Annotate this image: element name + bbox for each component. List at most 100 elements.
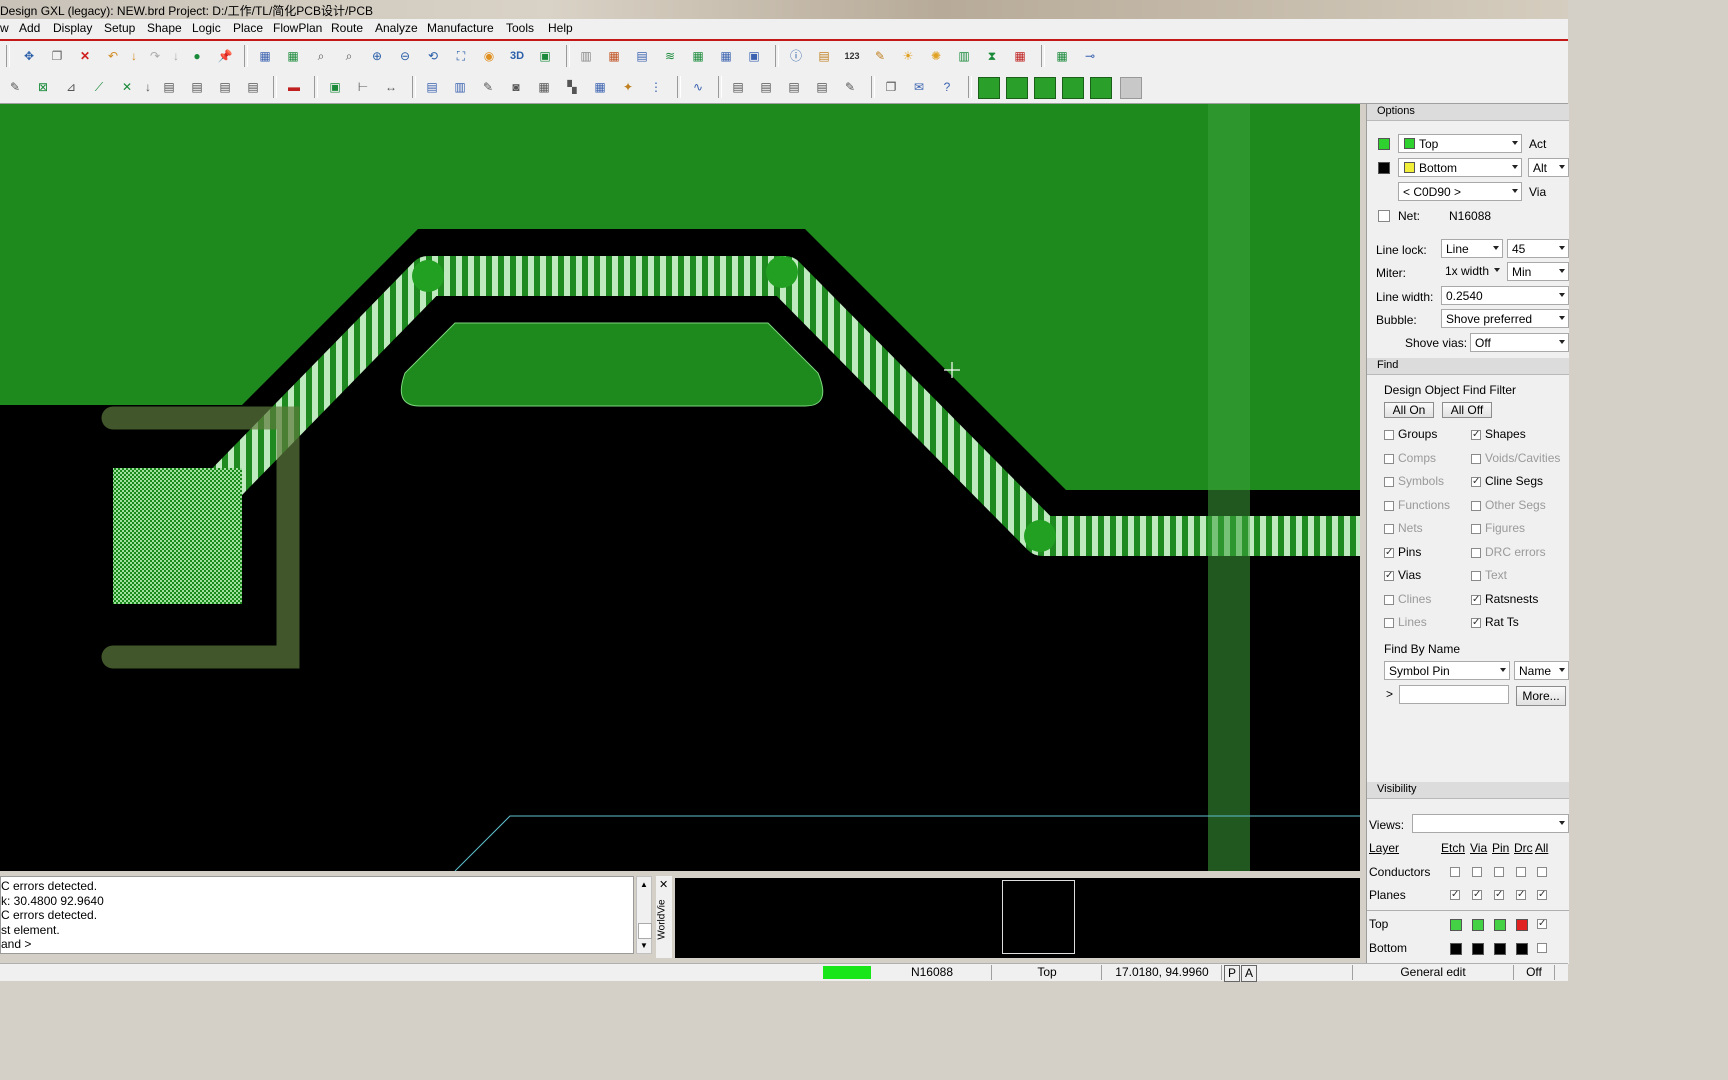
scroll-down-icon[interactable]: ▼ [640, 941, 648, 950]
mail-icon[interactable]: ✉ [909, 77, 929, 97]
properties-icon[interactable]: ▤ [814, 46, 834, 66]
bus-icon[interactable]: ▤ [187, 77, 207, 97]
color-icon[interactable]: ▦ [604, 46, 624, 66]
find-checkbox-voids-cavities[interactable] [1471, 453, 1481, 464]
layer-color-swatch[interactable] [1516, 943, 1528, 955]
worldview-minimap[interactable] [675, 878, 1360, 958]
shove-vias-dropdown[interactable]: Off [1470, 333, 1569, 352]
green-square-icon[interactable] [1062, 77, 1084, 99]
stack-icon[interactable]: ▤ [215, 77, 235, 97]
shape-add-icon[interactable]: ▣ [325, 77, 345, 97]
pen-icon[interactable]: ✎ [478, 77, 498, 97]
scroll-up-icon[interactable]: ▲ [640, 880, 648, 889]
menu-setup[interactable]: Setup [104, 21, 135, 35]
matrix-icon[interactable]: ▦ [590, 77, 610, 97]
menu-logic[interactable]: Logic [192, 21, 221, 35]
redo-icon[interactable]: ↷ [145, 46, 165, 66]
menu-route[interactable]: Route [331, 21, 363, 35]
design-canvas[interactable] [0, 104, 1360, 871]
manufacture-icon[interactable]: ▬ [284, 77, 304, 97]
more-button[interactable]: More... [1516, 686, 1566, 706]
green-square-icon[interactable] [1006, 77, 1028, 99]
find-checkbox-clines[interactable] [1384, 594, 1394, 605]
rats-icon[interactable]: ▦ [716, 46, 736, 66]
info-icon[interactable]: ⓘ [786, 46, 806, 66]
menu-shape[interactable]: Shape [147, 21, 182, 35]
find-checkbox-pins[interactable]: ✓ [1384, 547, 1394, 558]
layer-color-swatch[interactable] [1472, 919, 1484, 931]
find-checkbox-figures[interactable] [1471, 524, 1481, 534]
find-checkbox-other-segs[interactable] [1471, 500, 1481, 511]
zoom-previous-icon[interactable]: ⟲ [423, 46, 443, 66]
doc-list-icon[interactable]: ▤ [784, 77, 804, 97]
zoom-fit-icon[interactable]: ⌕ [339, 46, 359, 66]
grid-snap-icon[interactable]: ▦ [283, 46, 303, 66]
console-scrollbar[interactable]: ▲ ▼ [636, 876, 652, 954]
menu-analyze[interactable]: Analyze [375, 21, 418, 35]
active-layer-dropdown[interactable]: Top [1398, 134, 1522, 153]
worldview-viewport[interactable] [1002, 880, 1075, 954]
find-checkbox-ratsnests[interactable]: ✓ [1471, 594, 1481, 605]
status-a-button[interactable]: A [1241, 965, 1257, 982]
layers-icon[interactable]: ≋ [660, 46, 680, 66]
zoom-center-icon[interactable]: ⛶ [451, 46, 471, 66]
array-icon[interactable]: ⋮ [646, 77, 666, 97]
waveform-icon[interactable]: ∿ [688, 77, 708, 97]
menu-add[interactable]: Add [19, 21, 40, 35]
measure-icon[interactable]: ⊢ [353, 77, 373, 97]
number-icon[interactable]: 123 [842, 46, 862, 66]
book-icon[interactable]: ▥ [450, 77, 470, 97]
scroll-thumb[interactable] [638, 923, 652, 939]
menu-flowplan[interactable]: FlowPlan [273, 21, 322, 35]
fanout-icon[interactable]: ✕ [117, 77, 137, 97]
undo-icon[interactable]: ↶ [103, 46, 123, 66]
drc-icon[interactable]: ▣ [744, 46, 764, 66]
find-name-input[interactable] [1399, 685, 1509, 704]
odb-icon[interactable]: ▤ [422, 77, 442, 97]
zoom-out-icon[interactable]: ⊖ [395, 46, 415, 66]
layer-color-swatch[interactable] [1450, 943, 1462, 955]
line-width-input[interactable]: 0.2540 [1441, 286, 1569, 305]
color-grid-icon[interactable]: ▥ [576, 46, 596, 66]
find-checkbox-functions[interactable] [1384, 500, 1394, 511]
slide-icon[interactable]: ⊠ [33, 77, 53, 97]
spread-icon[interactable]: ↓ [138, 77, 158, 97]
all-off-button[interactable]: All Off [1442, 402, 1492, 418]
all-on-button[interactable]: All On [1384, 402, 1434, 418]
marker-icon[interactable]: ▚ [562, 77, 582, 97]
green-square-icon[interactable] [1090, 77, 1112, 99]
dehighlight-icon[interactable]: ✺ [926, 46, 946, 66]
find-checkbox-symbols[interactable] [1384, 477, 1394, 487]
layer-color-swatch[interactable] [1472, 943, 1484, 955]
delete-icon[interactable]: ✕ [75, 46, 95, 66]
test-point-icon[interactable]: ✦ [618, 77, 638, 97]
grid-icon[interactable]: ▦ [255, 46, 275, 66]
brush-icon[interactable]: ✎ [870, 46, 890, 66]
line-lock-dropdown[interactable]: Line [1441, 239, 1503, 258]
copy-icon[interactable]: ❐ [47, 46, 67, 66]
menu-manufacture[interactable]: Manufacture [427, 21, 494, 35]
redo-down-icon[interactable]: ↓ [166, 46, 186, 66]
dimension-icon[interactable]: ↔ [381, 77, 401, 97]
find-checkbox-cline-segs[interactable]: ✓ [1471, 477, 1481, 487]
menu-help[interactable]: Help [548, 21, 573, 35]
command-console[interactable]: C errors detected. k: 30.4800 92.9640 C … [0, 876, 634, 954]
menu-display[interactable]: Display [53, 21, 92, 35]
status-p-button[interactable]: P [1224, 965, 1240, 982]
find-name-dropdown[interactable]: Name [1514, 661, 1569, 680]
menu-place[interactable]: Place [233, 21, 263, 35]
zoom-in-icon[interactable]: ⊕ [367, 46, 387, 66]
visibility-checkbox[interactable]: ✓ [1537, 919, 1547, 929]
visibility-checkbox[interactable]: ✓ [1494, 890, 1504, 900]
visibility-checkbox[interactable]: ✓ [1450, 890, 1460, 900]
find-type-dropdown[interactable]: Symbol Pin [1384, 661, 1510, 680]
layer-color-swatch[interactable] [1494, 943, 1506, 955]
find-checkbox-shapes[interactable]: ✓ [1471, 430, 1481, 440]
link-icon[interactable]: ⊸ [1080, 46, 1100, 66]
alt-dropdown[interactable]: Alt [1528, 158, 1569, 177]
find-checkbox-nets[interactable] [1384, 524, 1394, 534]
report-icon[interactable]: ▦ [1010, 46, 1030, 66]
help-icon[interactable]: ? [937, 77, 957, 97]
visibility-checkbox[interactable] [1450, 867, 1460, 877]
delay-tune-icon[interactable]: ⊿ [61, 77, 81, 97]
